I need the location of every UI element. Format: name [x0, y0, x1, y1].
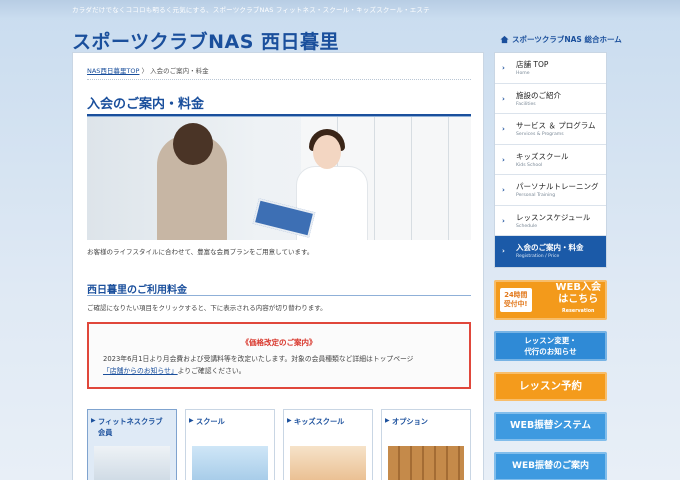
notice-line-1: 2023年6月1日より月会費および受講料等を改定いたします。対象の会員種類など詳… — [103, 355, 414, 363]
lesson-booking-banner[interactable]: レッスン予約 — [494, 371, 607, 401]
hero-image — [87, 117, 471, 240]
home-icon — [500, 35, 509, 44]
tab-option[interactable]: ▶ オプション — [381, 409, 471, 480]
sidebar-item-kids-school[interactable]: › キッズスクール Kids School — [495, 145, 606, 175]
intro-text: お客様のライフスタイルに合わせて、豊富な会員プランをご用意しています。 — [87, 248, 314, 256]
card-image — [94, 446, 170, 480]
card-label: スクール — [196, 417, 225, 426]
open-24h-badge: 24時間 受付中! — [500, 287, 532, 312]
fees-instruction: ご確認になりたい項目をクリックすると、下に表示される内容が切り替わります。 — [87, 304, 327, 312]
store-news-link[interactable]: 「店舗からのお知らせ」 — [103, 367, 178, 375]
tab-fitness-member[interactable]: ▶ フィットネスクラブ 会員 — [87, 409, 177, 480]
fees-section-title: 西日暮里のご利用料金 — [87, 285, 187, 296]
card-image — [290, 446, 366, 480]
notice-line-2: よりご確認ください。 — [177, 367, 246, 375]
sidebar-item-schedule[interactable]: › レッスンスケジュール Schedule — [495, 206, 606, 236]
sidebar-item-registration[interactable]: › 入会のご案内・料金 Registration / Price — [495, 236, 606, 267]
sidebar-item-personal-training[interactable]: › パーソナルトレーニング Personal Training — [495, 175, 606, 206]
notice-title: 《価格改定のご案内》 — [241, 338, 317, 347]
top-bar: カラダだけでなくココロも明るく元気にする、スポーツクラブNAS フィットネス・ス… — [0, 0, 680, 18]
card-label: フィットネスクラブ 会員 — [98, 417, 163, 437]
chevron-right-icon: › — [502, 216, 505, 225]
chevron-right-icon: › — [502, 186, 505, 194]
breadcrumb: NAS西日暮里TOP 〉 入会のご案内・料金 — [87, 65, 209, 75]
chevron-right-icon: › — [502, 125, 505, 133]
sidebar-item-facilities[interactable]: › 施設のご紹介 Facilities — [495, 84, 606, 114]
web-signup-banner[interactable]: 24時間 受付中! WEB入会 はこちら Reservation — [494, 279, 607, 320]
sidebar-item-services[interactable]: › サービス ＆ プログラム Services & Programs — [495, 114, 606, 145]
card-image — [388, 446, 464, 480]
chevron-right-icon: › — [502, 64, 505, 72]
breadcrumb-divider — [87, 79, 471, 80]
breadcrumb-separator: 〉 — [141, 67, 149, 75]
breadcrumb-current: 入会のご案内・料金 — [150, 67, 209, 75]
web-transfer-system-banner[interactable]: WEB振替システム — [494, 411, 607, 441]
site-tagline: カラダだけでなくココロも明るく元気にする、スポーツクラブNAS フィットネス・ス… — [72, 6, 430, 14]
main-content: NAS西日暮里TOP 〉 入会のご案内・料金 入会のご案内・料金 お客様のライフ… — [72, 52, 484, 480]
card-label: オプション — [392, 417, 428, 426]
arrow-icon: ▶ — [189, 417, 194, 424]
arrow-icon: ▶ — [287, 417, 292, 424]
page-title: 入会のご案内・料金 — [87, 97, 205, 112]
sidebar-nav: › 店舗 TOP Home › 施設のご紹介 Facilities › サービス… — [494, 52, 607, 268]
card-image — [192, 446, 268, 480]
arrow-icon: ▶ — [91, 417, 96, 424]
chevron-right-icon: › — [502, 247, 505, 255]
notice-body: 2023年6月1日より月会費および受講料等を改定いたします。対象の会員種類など詳… — [89, 353, 469, 377]
chevron-right-icon: › — [502, 155, 505, 164]
site-logo[interactable]: スポーツクラブNAS 西日暮里 — [72, 27, 339, 54]
section-divider — [87, 295, 471, 296]
card-label: キッズスクール — [294, 417, 345, 426]
main-home-link[interactable]: スポーツクラブNAS 総合ホーム — [500, 34, 622, 45]
price-revision-notice: 《価格改定のご案内》 2023年6月1日より月会費および受講料等を改定いたします… — [87, 322, 471, 389]
tab-school[interactable]: ▶ スクール — [185, 409, 275, 480]
breadcrumb-home-link[interactable]: NAS西日暮里TOP — [87, 67, 139, 75]
main-home-label: スポーツクラブNAS 総合ホーム — [512, 35, 622, 44]
sidebar-item-store-top[interactable]: › 店舗 TOP Home — [495, 53, 606, 84]
lesson-change-banner[interactable]: レッスン変更・ 代行のお知らせ — [494, 330, 607, 361]
sidebar: › 店舗 TOP Home › 施設のご紹介 Facilities › サービス… — [494, 52, 607, 480]
chevron-right-icon: › — [502, 94, 505, 103]
web-signup-label: WEB入会 はこちら Reservation — [555, 281, 601, 314]
tab-kids-school[interactable]: ▶ キッズスクール — [283, 409, 373, 480]
arrow-icon: ▶ — [385, 417, 390, 424]
web-transfer-guide-banner[interactable]: WEB振替のご案内 — [494, 451, 607, 480]
plan-tabs: ▶ フィットネスクラブ 会員 ▶ スクール ▶ キッズスクール ▶ オプション — [87, 409, 471, 480]
